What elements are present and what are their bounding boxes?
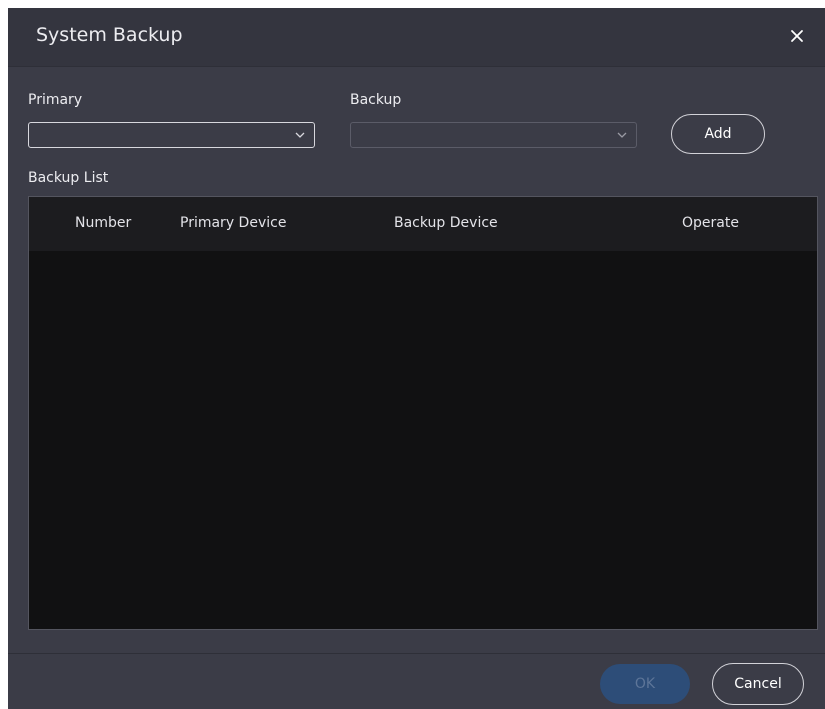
backup-select[interactable] [350,122,637,148]
column-header-backup-device: Backup Device [394,215,498,231]
table-header: Number Primary Device Backup Device Oper… [29,197,817,251]
close-button[interactable] [783,22,811,50]
backup-list-table: Number Primary Device Backup Device Oper… [28,196,818,630]
primary-select[interactable] [28,122,315,148]
backup-list-label: Backup List [28,170,109,186]
ok-button[interactable]: OK [600,664,690,704]
backup-label: Backup [350,92,402,108]
dialog-title: System Backup [36,24,183,46]
column-header-number: Number [75,215,132,231]
system-backup-dialog: System Backup Primary Backup Add Backup … [8,8,825,709]
chevron-down-icon [617,132,627,138]
dialog-titlebar: System Backup [8,8,825,67]
footer-divider [8,653,825,654]
primary-label: Primary [28,92,83,108]
add-button[interactable]: Add [671,114,765,154]
chevron-down-icon [295,132,305,138]
close-icon [791,30,803,42]
cancel-button[interactable]: Cancel [712,663,804,705]
column-header-operate: Operate [682,215,739,231]
column-header-primary-device: Primary Device [180,215,287,231]
